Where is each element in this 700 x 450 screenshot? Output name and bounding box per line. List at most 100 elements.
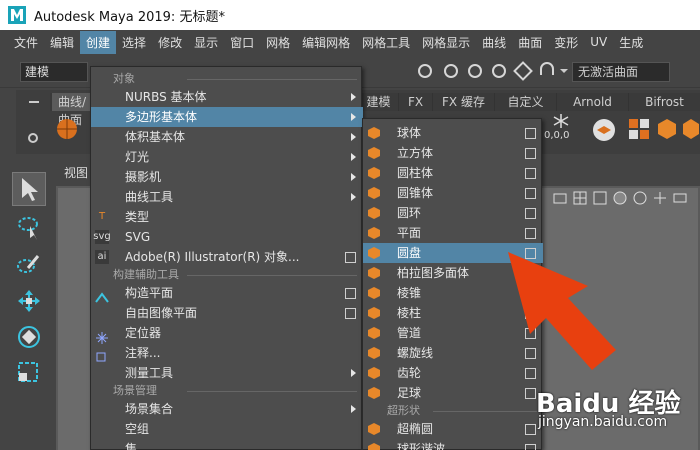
menu-item[interactable]: 网格工具: [356, 31, 416, 54]
layer-icon[interactable]: [592, 118, 616, 142]
lasso-tool-icon[interactable]: [12, 210, 46, 244]
menu-item[interactable]: 编辑: [44, 31, 80, 54]
mode-select[interactable]: 建模: [20, 62, 88, 82]
viewport-view-menu[interactable]: 视图: [64, 164, 88, 181]
move-tool-icon[interactable]: [12, 284, 46, 318]
primitive-shape-icon: [367, 206, 381, 220]
option-box-icon[interactable]: [345, 252, 356, 263]
poly-primitive-item[interactable]: 圆柱体: [363, 163, 543, 183]
menu-item[interactable]: 显示: [188, 31, 224, 54]
shelf-tab-modeling[interactable]: 建模: [358, 93, 398, 111]
shelf-tab-fx[interactable]: FX: [398, 93, 432, 111]
cube-icon[interactable]: [682, 118, 700, 140]
option-box-icon[interactable]: [345, 288, 356, 299]
menu-item[interactable]: 文件: [8, 31, 44, 54]
magnet-icon[interactable]: [536, 60, 558, 82]
create-menu-item[interactable]: NURBS 基本体: [91, 87, 363, 107]
create-menu-item[interactable]: 多边形基本体: [91, 107, 363, 127]
frame-icon[interactable]: [592, 190, 608, 206]
create-menu-item[interactable]: 摄影机: [91, 167, 363, 187]
menu-item[interactable]: 网格显示: [416, 31, 476, 54]
live-surface-field[interactable]: 无激活曲面: [572, 62, 670, 82]
option-box-icon[interactable]: [525, 228, 536, 239]
shelf-tab-custom[interactable]: 自定义: [494, 93, 556, 111]
illustrator-icon: ai: [95, 250, 109, 264]
snap-surface-icon[interactable]: [512, 60, 534, 82]
create-menu-item[interactable]: 定位器: [91, 323, 363, 343]
menu-item[interactable]: 生成: [613, 31, 649, 54]
shelf-tab-arnold[interactable]: Arnold: [556, 93, 628, 111]
option-box-icon[interactable]: [525, 168, 536, 179]
option-box-icon[interactable]: [525, 128, 536, 139]
create-menu-item[interactable]: 空组: [91, 419, 363, 439]
poly-primitive-item[interactable]: 平面: [363, 223, 543, 243]
menu-item[interactable]: 网格: [260, 31, 296, 54]
shelf-side-controls: [20, 93, 46, 151]
poly-primitive-item[interactable]: 球体: [363, 123, 543, 143]
snap-point-icon[interactable]: [464, 60, 486, 82]
wireframe-icon[interactable]: [632, 190, 648, 206]
scale-tool-icon[interactable]: [12, 356, 46, 390]
option-box-icon[interactable]: [525, 444, 536, 450]
create-menu-item[interactable]: ai Adobe(R) Illustrator(R) 对象...: [91, 247, 363, 267]
create-menu-item[interactable]: 测量工具: [91, 363, 363, 383]
create-menu-item[interactable]: T 类型: [91, 207, 363, 227]
option-box-icon[interactable]: [525, 424, 536, 435]
menu-item[interactable]: UV: [584, 32, 613, 52]
snap-curve-icon[interactable]: [440, 60, 462, 82]
section-label: 对象: [113, 72, 135, 85]
snap-view-icon[interactable]: [488, 60, 510, 82]
create-menu-item[interactable]: 曲线工具: [91, 187, 363, 207]
create-menu-item[interactable]: 注释...: [91, 343, 363, 363]
option-box-icon[interactable]: [345, 308, 356, 319]
lighting-icon[interactable]: [652, 190, 668, 206]
option-box-icon[interactable]: [525, 188, 536, 199]
paint-select-tool-icon[interactable]: [12, 248, 46, 282]
create-menu-item[interactable]: 体积基本体: [91, 127, 363, 147]
menu-item[interactable]: 变形: [548, 31, 584, 54]
grid-icon[interactable]: [572, 190, 588, 206]
primitive-shape-icon: [367, 386, 381, 400]
create-menu-item[interactable]: 灯光: [91, 147, 363, 167]
menu-item-label: 管道: [397, 326, 422, 340]
poly-primitive-item[interactable]: 球形谐波: [363, 439, 543, 450]
menu-item[interactable]: 选择: [116, 31, 152, 54]
shelf-tab-fx-cache[interactable]: FX 缓存: [432, 93, 494, 111]
create-menu-item[interactable]: 场景集合: [91, 399, 363, 419]
menu-item-label: 立方体: [397, 146, 434, 160]
create-menu-item[interactable]: 构造平面: [91, 283, 363, 303]
shelf-tab-curves[interactable]: 曲线/曲面: [52, 93, 94, 127]
snap-grid-icon[interactable]: [414, 60, 436, 82]
submenu-arrow-icon: [351, 93, 356, 101]
resolution-gate-icon[interactable]: [672, 190, 688, 206]
menu-item[interactable]: 创建: [80, 30, 117, 54]
poly-primitive-item[interactable]: 足球: [363, 383, 543, 403]
menu-item[interactable]: 曲面: [512, 31, 548, 54]
select-tool-icon[interactable]: [12, 172, 46, 206]
shelf-tab-bifrost[interactable]: Bifrost: [628, 93, 700, 111]
create-menu-item[interactable]: 集: [91, 439, 363, 450]
menu-item[interactable]: 修改: [152, 31, 188, 54]
option-box-icon[interactable]: [525, 148, 536, 159]
gear-icon[interactable]: [26, 131, 40, 145]
create-menu-item[interactable]: 自由图像平面: [91, 303, 363, 323]
cube-icon[interactable]: [656, 118, 678, 140]
create-menu-item[interactable]: svg SVG: [91, 227, 363, 247]
camera-icon[interactable]: [552, 190, 568, 206]
texture-icon[interactable]: [628, 118, 650, 140]
primitive-shape-icon: [367, 326, 381, 340]
menu-item[interactable]: 曲线: [476, 31, 512, 54]
rotate-tool-icon[interactable]: [12, 320, 46, 354]
poly-primitive-item[interactable]: 超椭圆: [363, 419, 543, 439]
sphere-icon[interactable]: [56, 118, 78, 140]
menu-item[interactable]: 编辑网格: [296, 31, 356, 54]
poly-primitive-item[interactable]: 立方体: [363, 143, 543, 163]
option-box-icon[interactable]: [525, 208, 536, 219]
poly-primitive-item[interactable]: 圆环: [363, 203, 543, 223]
poly-primitive-item[interactable]: 圆锥体: [363, 183, 543, 203]
construction-plane-icon: [95, 291, 109, 305]
option-box-icon[interactable]: [525, 388, 536, 399]
shading-icon[interactable]: [612, 190, 628, 206]
menu-item[interactable]: 窗口: [224, 31, 260, 54]
menu-item-label: 场景集合: [125, 402, 174, 416]
